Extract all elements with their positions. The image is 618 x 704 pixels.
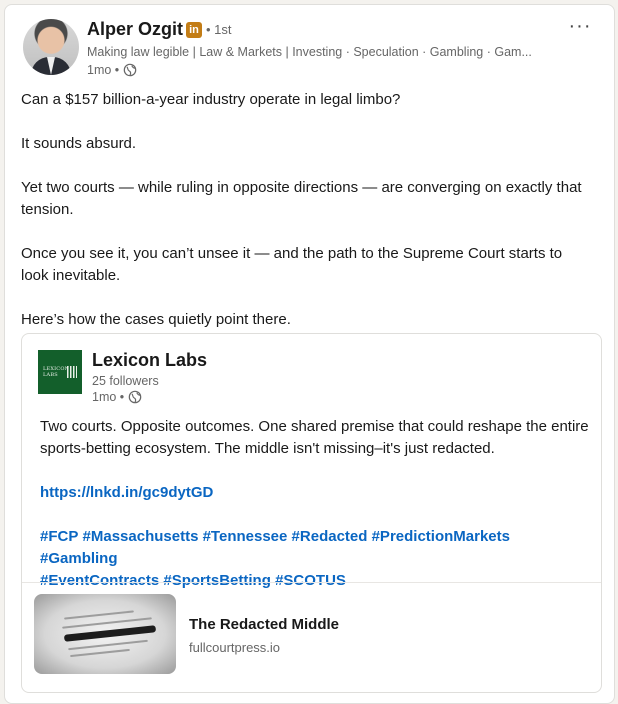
post-text: Can a $157 billion-a-year industry opera… bbox=[21, 89, 591, 331]
hashtag[interactable]: #Massachusetts bbox=[83, 528, 199, 545]
hashtag[interactable]: #SCOTUS bbox=[275, 572, 346, 589]
thumb-text-line bbox=[68, 639, 148, 651]
hashtag[interactable]: #FCP bbox=[40, 528, 78, 545]
hashtag[interactable]: #EventContracts bbox=[40, 572, 159, 589]
author-name[interactable]: Alper Ozgit bbox=[87, 19, 183, 40]
globe-icon bbox=[123, 63, 137, 77]
hashtag[interactable]: #Tennessee bbox=[203, 528, 288, 545]
post-time-text: 1mo • bbox=[87, 63, 120, 77]
post-paragraph: It sounds absurd. bbox=[21, 135, 137, 152]
author-avatar[interactable] bbox=[23, 19, 79, 75]
article-domain: fullcourtpress.io bbox=[189, 640, 281, 655]
org-name[interactable]: Lexicon Labs bbox=[92, 350, 207, 371]
post-paragraph: Once you see it, you can’t unsee it — an… bbox=[21, 245, 563, 284]
post-paragraph: Here’s how the cases quietly point there… bbox=[21, 311, 291, 328]
globe-icon bbox=[128, 390, 142, 404]
thumb-text-line bbox=[64, 610, 134, 620]
article-title[interactable]: The Redacted Middle bbox=[189, 616, 339, 633]
hashtag[interactable]: #SportsBetting bbox=[163, 572, 271, 589]
divider bbox=[22, 582, 601, 583]
columns-icon bbox=[67, 366, 77, 378]
hashtag[interactable]: #Gambling bbox=[40, 550, 118, 567]
reshare-time-text: 1mo • bbox=[92, 390, 125, 404]
org-logo-text: LEXICON LABS bbox=[43, 366, 70, 378]
reshare-paragraph: Two courts. Opposite outcomes. One share… bbox=[40, 418, 589, 457]
hashtag[interactable]: #PredictionMarkets bbox=[372, 528, 510, 545]
shortened-link[interactable]: https://lnkd.in/gc9dytGD bbox=[40, 484, 213, 501]
post-paragraph: Can a $157 billion-a-year industry opera… bbox=[21, 91, 401, 108]
hashtag[interactable]: #Redacted bbox=[292, 528, 368, 545]
reshared-post[interactable]: LEXICON LABS Lexicon Labs 25 followers 1… bbox=[21, 333, 602, 693]
feed-post-card: Alper Ozgit in • 1st Making law legible … bbox=[4, 4, 615, 704]
article-thumbnail[interactable] bbox=[34, 594, 176, 674]
author-name-row: Alper Ozgit in • 1st bbox=[87, 19, 232, 40]
reshare-text: Two courts. Opposite outcomes. One share… bbox=[40, 416, 590, 614]
post-timestamp: 1mo • bbox=[87, 63, 137, 77]
linkedin-premium-icon: in bbox=[186, 21, 203, 38]
post-header: Alper Ozgit in • 1st Making law legible … bbox=[23, 16, 598, 77]
article-preview[interactable]: The Redacted Middle fullcourtpress.io bbox=[34, 594, 589, 674]
org-followers: 25 followers bbox=[92, 374, 159, 388]
post-paragraph: Yet two courts — while ruling in opposit… bbox=[21, 179, 582, 218]
more-options-button[interactable]: ··· bbox=[566, 16, 594, 39]
connection-degree: • 1st bbox=[206, 22, 232, 37]
reshare-timestamp: 1mo • bbox=[92, 390, 142, 404]
thumb-text-line bbox=[70, 648, 130, 658]
author-headline: Making law legible | Law & Markets | Inv… bbox=[87, 45, 532, 59]
org-logo[interactable]: LEXICON LABS bbox=[38, 350, 82, 394]
